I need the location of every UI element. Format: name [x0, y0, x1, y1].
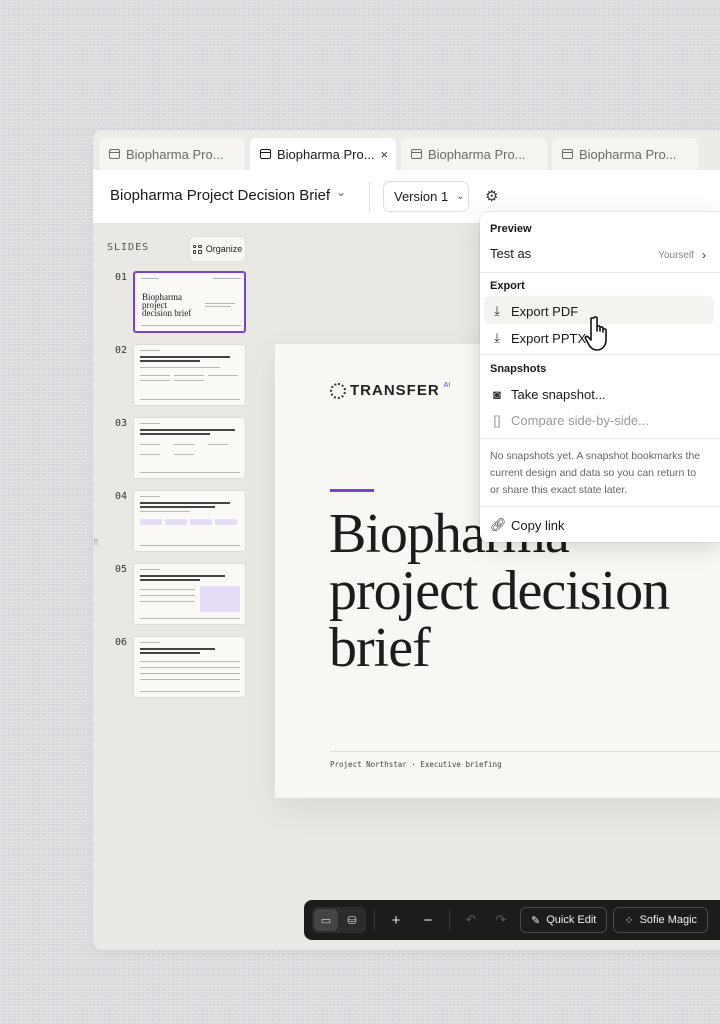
document-tab-icon — [411, 149, 422, 159]
slide-number: 06 — [115, 637, 128, 648]
link-icon: 🔗︎ — [490, 517, 507, 532]
undo-icon[interactable]: ↶ — [458, 912, 484, 928]
toolbar-divider — [374, 909, 375, 931]
zoom-in-icon[interactable]: + — [383, 912, 409, 929]
chevron-right-icon: › — [702, 248, 706, 262]
grid-icon — [192, 244, 202, 254]
browser-view-icon[interactable]: ▭ — [314, 909, 338, 931]
camera-icon: ◙ — [493, 387, 501, 402]
document-tab-icon — [109, 149, 120, 159]
brand-logo: TRANSFER AI — [330, 382, 450, 399]
tab-label: Biopharma Pro... — [126, 146, 224, 162]
tab-label: Biopharma Pro... — [428, 146, 526, 162]
document-title[interactable]: Biopharma Project Decision Brief — [110, 187, 330, 204]
footer-divider — [330, 751, 720, 752]
tab-2-active[interactable]: Biopharma Pro... × — [250, 138, 396, 170]
zoom-out-icon[interactable]: − — [415, 912, 441, 929]
sofie-magic-label: Sofie Magic — [639, 914, 698, 926]
export-pdf-item[interactable]: ⤓ Export PDF — [490, 303, 578, 319]
pencil-icon: ✎ — [531, 914, 541, 927]
tab-1[interactable]: Biopharma Pro... — [99, 138, 245, 170]
slide-number: 01 — [115, 272, 128, 283]
slide-thumbnail-1[interactable]: Biopharma project decision brief — [133, 271, 246, 333]
logo-superscript: AI — [443, 382, 451, 389]
download-icon: ⤓ — [494, 330, 500, 345]
slide-footer: Project Northstar · Executive briefing — [330, 760, 502, 769]
sparkle-icon: ⁘ — [624, 914, 634, 927]
slide-thumbnail-6[interactable] — [133, 636, 246, 698]
compare-icon: [] — [493, 413, 501, 428]
version-select[interactable]: Version 1 ⌄ — [383, 181, 469, 212]
menu-divider — [480, 272, 720, 273]
slide-thumbnail-3[interactable] — [133, 417, 246, 479]
close-icon[interactable]: × — [381, 147, 389, 162]
tab-3[interactable]: Biopharma Pro... — [401, 138, 547, 170]
chevron-down-icon: ⌄ — [456, 191, 465, 202]
menu-divider — [480, 438, 720, 439]
slide-thumbnail-4[interactable] — [133, 490, 246, 552]
preview-heading: Preview — [490, 223, 532, 235]
menu-divider — [480, 354, 720, 355]
logo-mark-icon — [330, 382, 346, 399]
chevron-down-icon[interactable]: ⌄ — [336, 185, 346, 199]
accent-bar — [330, 489, 374, 492]
test-as-value-text: Yourself — [658, 249, 694, 261]
snapshots-heading: Snapshots — [490, 363, 547, 375]
slide-thumbnail-2[interactable] — [133, 344, 246, 406]
redo-icon[interactable]: ↷ — [488, 912, 514, 928]
bottom-toolbar: ▭ ⛁ + − ↶ ↷ ✎ Quick Edit ⁘ Sofie Magic — [304, 900, 720, 940]
tab-label: Biopharma Pro... — [277, 146, 375, 162]
view-toggle: ▭ ⛁ — [312, 907, 366, 933]
sofie-magic-button[interactable]: ⁘ Sofie Magic — [613, 907, 709, 933]
document-tab-icon — [562, 149, 573, 159]
thumbnail-title: Biopharma project decision brief — [142, 292, 192, 318]
tab-bar: Biopharma Pro... Biopharma Pro... × Biop… — [93, 130, 720, 170]
document-tab-icon — [260, 149, 271, 159]
slide-number: 05 — [115, 564, 128, 575]
export-pdf-label: Export PDF — [511, 303, 579, 319]
tab-label: Biopharma Pro... — [579, 146, 677, 162]
take-snapshot-label: Take snapshot... — [511, 387, 606, 402]
export-pptx-item[interactable]: ⤓ Export PPTX — [490, 330, 586, 346]
toolbar-divider — [449, 909, 450, 931]
organize-button[interactable]: Organize — [189, 236, 246, 262]
compare-label: Compare side-by-side... — [511, 413, 649, 428]
quick-edit-label: Quick Edit — [546, 914, 597, 926]
test-as-item[interactable]: Test as — [490, 246, 531, 261]
slides-heading: SLIDES — [107, 242, 150, 253]
snapshots-empty-note: No snapshots yet. A snapshot bookmarks t… — [490, 450, 701, 496]
menu-divider — [480, 506, 720, 507]
header-divider — [369, 182, 370, 212]
slide-number: 04 — [115, 491, 128, 502]
download-icon: ⤓ — [494, 303, 500, 318]
logo-text: TRANSFER — [350, 382, 440, 399]
quick-edit-button[interactable]: ✎ Quick Edit — [520, 907, 608, 933]
compare-item[interactable]: [] Compare side-by-side... — [490, 413, 649, 428]
gear-icon[interactable]: ⚙ — [485, 187, 498, 205]
organize-label: Organize — [205, 244, 243, 254]
take-snapshot-item[interactable]: ◙ Take snapshot... — [490, 387, 606, 402]
copy-link-label: Copy link — [511, 517, 565, 533]
export-heading: Export — [490, 280, 525, 292]
slide-number: 03 — [115, 418, 128, 429]
slide-number: 02 — [115, 345, 128, 356]
export-pptx-label: Export PPTX — [511, 330, 587, 346]
copy-link-item[interactable]: 🔗︎ Copy link — [490, 517, 564, 533]
version-label: Version 1 — [394, 189, 449, 204]
tab-4[interactable]: Biopharma Pro... — [552, 138, 698, 170]
database-icon[interactable]: ⛁ — [340, 909, 364, 931]
hand-pointer-cursor-icon — [584, 316, 607, 351]
slide-thumbnail-5[interactable] — [133, 563, 246, 625]
test-as-value[interactable]: Yourself › — [658, 248, 706, 262]
test-as-label: Test as — [490, 246, 532, 261]
drag-handle-icon[interactable]: ⠿ — [93, 538, 99, 547]
settings-menu: Preview Test as Yourself › Export ⤓ Expo… — [480, 212, 720, 542]
